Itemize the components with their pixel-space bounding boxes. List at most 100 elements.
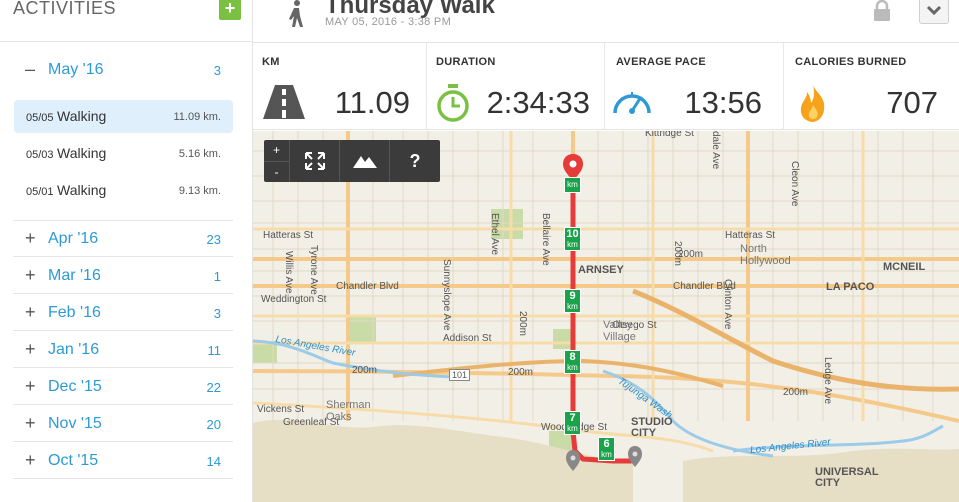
month-count: 14 bbox=[206, 454, 221, 469]
stat-label: CALORIES BURNED bbox=[795, 56, 907, 68]
month-count: 3 bbox=[213, 63, 221, 78]
activity-item-0505[interactable]: 05/05 Walking 11.09 km. bbox=[14, 100, 233, 133]
km-marker-value: 7 bbox=[569, 412, 576, 424]
stat-duration: DURATION 2:34:33 bbox=[427, 43, 605, 130]
scale-label: 200m bbox=[678, 249, 704, 260]
street-label: Hatteras St bbox=[725, 230, 776, 241]
neighborhood-label: ARNSEY bbox=[578, 264, 624, 276]
fullscreen-button[interactable] bbox=[289, 140, 339, 182]
expand-icon: + bbox=[25, 450, 36, 470]
terrain-button[interactable] bbox=[339, 140, 389, 182]
stats-bar: KM 11.09 DURATION 2:34:33 AVERAGE PACE 1… bbox=[253, 43, 959, 130]
month-feb-16[interactable]: + Feb '16 3 bbox=[13, 294, 233, 331]
month-count: 23 bbox=[206, 232, 221, 247]
street-label: Clinton Ave bbox=[722, 279, 733, 330]
highway-shield: 101 bbox=[449, 369, 471, 381]
month-count: 22 bbox=[206, 380, 221, 395]
stopwatch-icon bbox=[435, 83, 471, 128]
month-may-16[interactable]: – May '16 3 bbox=[13, 51, 233, 88]
scale-label: 200m bbox=[508, 367, 534, 378]
stat-value: 13:56 bbox=[684, 85, 762, 120]
street-label: Addison St bbox=[443, 333, 492, 344]
km-marker-value: 6 bbox=[603, 438, 610, 450]
month-mar-16[interactable]: + Mar '16 1 bbox=[13, 257, 233, 294]
km-marker-value: 8 bbox=[569, 351, 576, 363]
street-label: Sunnyslope Ave bbox=[441, 259, 452, 331]
street-label: Ledge Ave bbox=[822, 357, 833, 405]
neighborhood-label: Valley Village bbox=[603, 319, 636, 343]
collapse-icon: – bbox=[25, 59, 36, 79]
neighborhood-label: MCNEIL bbox=[883, 261, 926, 273]
walking-person-icon bbox=[285, 0, 307, 33]
activity-header: Thursday Walk MAY 05, 2016 - 3:38 PM bbox=[253, 0, 959, 43]
street-label: dale Ave bbox=[710, 131, 721, 170]
street-label: Kittridge St bbox=[645, 131, 694, 139]
month-dec-15[interactable]: + Dec '15 22 bbox=[13, 368, 233, 405]
km-marker: 10 km bbox=[564, 227, 581, 251]
km-marker-unit: km bbox=[567, 363, 578, 372]
scale-label: 200m bbox=[517, 311, 528, 337]
km-marker-unit: km bbox=[567, 424, 578, 433]
help-button[interactable]: ? bbox=[389, 140, 440, 182]
expand-icon: + bbox=[25, 376, 36, 396]
month-jan-16[interactable]: + Jan '16 11 bbox=[13, 331, 233, 368]
month-nov-15[interactable]: + Nov '15 20 bbox=[13, 405, 233, 442]
street-label: Vickens St bbox=[257, 404, 305, 415]
km-marker: km bbox=[564, 177, 581, 193]
road-icon bbox=[261, 83, 307, 126]
expand-icon: + bbox=[25, 228, 36, 248]
lock-icon[interactable] bbox=[872, 0, 892, 27]
speedometer-icon bbox=[611, 83, 653, 126]
activity-distance: 9.13 km. bbox=[178, 185, 221, 197]
expand-icon: + bbox=[25, 339, 36, 359]
options-menu-button[interactable] bbox=[919, 0, 949, 24]
activity-item-0503[interactable]: 05/03 Walking 5.16 km. bbox=[14, 137, 233, 170]
map-toolbar: + - ? bbox=[264, 140, 440, 182]
month-count: 11 bbox=[207, 343, 222, 358]
km-marker: 7 km bbox=[564, 411, 581, 435]
activity-distance: 11.09 km. bbox=[173, 111, 222, 123]
month-apr-16[interactable]: + Apr '16 23 bbox=[13, 220, 233, 257]
km-marker-value: 9 bbox=[569, 290, 576, 302]
km-marker-value: 10 bbox=[566, 228, 579, 240]
street-label: Willis Ave bbox=[283, 251, 294, 294]
km-marker: 6 km bbox=[598, 437, 615, 461]
scale-label: 200m bbox=[783, 387, 809, 398]
stat-value: 707 bbox=[886, 85, 938, 120]
sidebar-title: ACTIVITIES bbox=[13, 0, 117, 18]
street-label: Chandler Blvd bbox=[336, 281, 399, 292]
route-map[interactable]: Kittridge St Hatteras St Hatteras St Cha… bbox=[253, 131, 959, 502]
activity-item-0501[interactable]: 05/01 Walking 9.13 km. bbox=[14, 174, 233, 207]
month-label: Nov '15 bbox=[48, 415, 102, 432]
scale-label: 200m bbox=[352, 365, 378, 376]
stat-pace: AVERAGE PACE 13:56 bbox=[605, 43, 784, 130]
street-label: Tyrone Ave bbox=[308, 245, 319, 295]
neighborhood-label: Sherman Oaks bbox=[326, 399, 371, 423]
neighborhood-label: LA PACO bbox=[826, 281, 875, 293]
month-label: Feb '16 bbox=[48, 304, 101, 321]
activity-type: Walking bbox=[57, 108, 107, 124]
stat-label: AVERAGE PACE bbox=[616, 56, 706, 68]
stat-label: KM bbox=[262, 56, 280, 68]
month-oct-15[interactable]: + Oct '15 14 bbox=[13, 442, 233, 479]
activity-type: Walking bbox=[57, 145, 107, 161]
expand-icon: + bbox=[25, 265, 36, 285]
km-marker-unit: km bbox=[567, 180, 578, 189]
zoom-out-button[interactable]: - bbox=[264, 161, 289, 182]
month-label: Mar '16 bbox=[48, 267, 101, 284]
stat-km: KM 11.09 bbox=[253, 43, 427, 130]
stat-calories: CALORIES BURNED 707 bbox=[784, 43, 959, 130]
month-count: 20 bbox=[206, 417, 221, 432]
km-marker-unit: km bbox=[601, 450, 612, 459]
month-label: Oct '15 bbox=[48, 452, 99, 469]
km-marker: 9 km bbox=[564, 289, 581, 313]
app-root: ACTIVITIES + – May '16 3 05/05 Walking 1… bbox=[0, 0, 959, 502]
add-activity-button[interactable]: + bbox=[219, 0, 241, 20]
activity-date: 05/01 bbox=[26, 186, 54, 198]
activity-distance: 5.16 km. bbox=[178, 148, 221, 160]
stat-value: 11.09 bbox=[334, 85, 410, 120]
activity-date: 05/03 bbox=[26, 149, 54, 161]
zoom-in-button[interactable]: + bbox=[264, 140, 289, 161]
km-marker: 8 km bbox=[564, 350, 581, 374]
month-count: 1 bbox=[213, 269, 221, 284]
